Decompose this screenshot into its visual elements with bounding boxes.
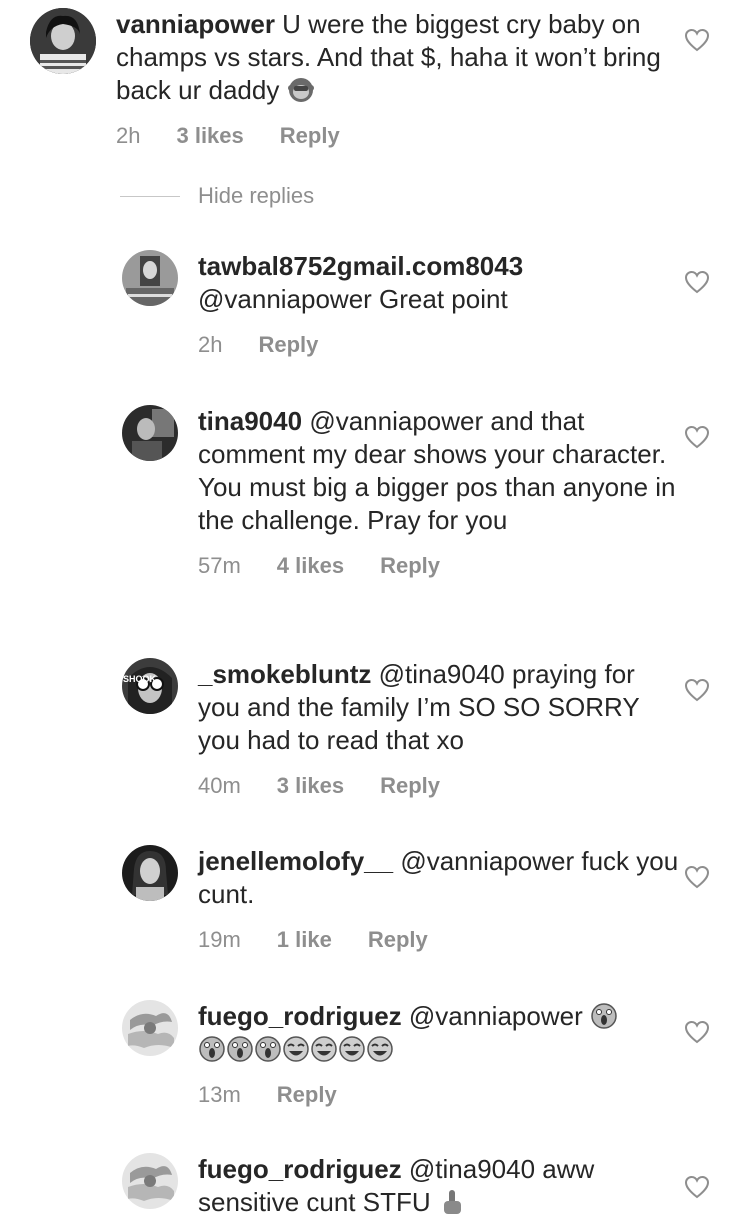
joy-face-icon	[283, 1036, 309, 1062]
joy-face-icon	[339, 1036, 365, 1062]
timestamp: 13m	[198, 1082, 241, 1107]
comment-message: @vanniapower Great point	[198, 284, 508, 314]
reply-button[interactable]: Reply	[280, 123, 340, 149]
heart-icon[interactable]	[684, 425, 710, 449]
reply-tina9040: tina9040 @vanniapower and that comment m…	[122, 405, 682, 579]
monkey-face-icon	[287, 78, 314, 102]
heart-icon[interactable]	[684, 270, 710, 294]
comment-body: vanniapower U were the biggest cry baby …	[116, 8, 710, 149]
comment-body: _smokebluntz @tina9040 praying for you a…	[198, 658, 682, 799]
comment-text: tina9040 @vanniapower and that comment m…	[198, 405, 682, 537]
screaming-face-icon	[591, 1003, 617, 1029]
avatar[interactable]	[122, 845, 178, 901]
comment-body: tina9040 @vanniapower and that comment m…	[198, 405, 682, 579]
timestamp: 19m	[198, 927, 241, 952]
screaming-face-icon	[255, 1036, 281, 1062]
timestamp: 57m	[198, 553, 241, 578]
avatar[interactable]: SHOOK	[122, 658, 178, 714]
username[interactable]: fuego_rodriguez	[198, 1001, 402, 1031]
reply-smokebluntz: SHOOK _smokebluntz @tina9040 praying for…	[122, 658, 682, 799]
username[interactable]: vanniapower	[116, 9, 275, 39]
username[interactable]: fuego_rodriguez	[198, 1154, 402, 1184]
joy-face-icon	[367, 1036, 393, 1062]
joy-face-icon	[311, 1036, 337, 1062]
divider-line	[120, 195, 180, 197]
avatar[interactable]	[122, 1000, 178, 1056]
likes-count[interactable]: 3 likes	[277, 773, 344, 799]
comment-meta: 2h Reply	[198, 332, 682, 358]
comment-message: @vanniapower	[408, 1001, 583, 1031]
comment-meta: 57m 4 likes Reply	[198, 553, 682, 579]
screaming-face-icon	[227, 1036, 253, 1062]
middle-finger-icon	[443, 1190, 461, 1214]
username[interactable]: _smokebluntz	[198, 659, 371, 689]
reply-button[interactable]: Reply	[368, 927, 428, 953]
reply-jenellemolofy: jenellemolofy__ @vanniapower fuck you cu…	[122, 845, 682, 953]
likes-count[interactable]: 1 like	[277, 927, 332, 953]
comment-meta: 2h 3 likes Reply	[116, 123, 710, 149]
comment-text: tawbal8752gmail.com8043 @vanniapower Gre…	[198, 250, 682, 316]
heart-icon[interactable]	[684, 865, 710, 889]
reply-fuego-2: fuego_rodriguez @tina9040 aww sensitive …	[122, 1153, 682, 1219]
avatar[interactable]	[122, 1153, 178, 1209]
username[interactable]: tina9040	[198, 406, 302, 436]
comment-body: fuego_rodriguez @vanniapower 13m Reply	[198, 1000, 682, 1108]
avatar[interactable]	[122, 250, 178, 306]
reply-fuego-1: fuego_rodriguez @vanniapower 13m Reply	[122, 1000, 682, 1108]
comment-text: fuego_rodriguez @vanniapower	[198, 1000, 682, 1066]
comment-text: jenellemolofy__ @vanniapower fuck you cu…	[198, 845, 682, 911]
hide-replies-toggle[interactable]: Hide replies	[120, 183, 314, 209]
avatar[interactable]	[30, 8, 96, 74]
comment-body: jenellemolofy__ @vanniapower fuck you cu…	[198, 845, 682, 953]
avatar-caption: SHOOK	[123, 674, 157, 684]
comment-vanniapower: vanniapower U were the biggest cry baby …	[30, 8, 710, 149]
heart-icon[interactable]	[684, 28, 710, 52]
username[interactable]: jenellemolofy__	[198, 846, 393, 876]
likes-count[interactable]: 3 likes	[176, 123, 243, 149]
timestamp: 2h	[116, 123, 141, 148]
comment-body: fuego_rodriguez @tina9040 aww sensitive …	[198, 1153, 682, 1219]
reply-button[interactable]: Reply	[277, 1082, 337, 1108]
username[interactable]: tawbal8752gmail.com8043	[198, 251, 523, 281]
heart-icon[interactable]	[684, 1175, 710, 1199]
reply-tawbal: tawbal8752gmail.com8043 @vanniapower Gre…	[122, 250, 682, 358]
comment-text: vanniapower U were the biggest cry baby …	[116, 8, 710, 107]
heart-icon[interactable]	[684, 1020, 710, 1044]
avatar[interactable]	[122, 405, 178, 461]
heart-icon[interactable]	[684, 678, 710, 702]
reply-button[interactable]: Reply	[380, 773, 440, 799]
comment-meta: 40m 3 likes Reply	[198, 773, 682, 799]
hide-replies-label[interactable]: Hide replies	[198, 183, 314, 209]
likes-count[interactable]: 4 likes	[277, 553, 344, 579]
comment-meta: 13m Reply	[198, 1082, 682, 1108]
screaming-face-icon	[199, 1036, 225, 1062]
comments-screen: vanniapower U were the biggest cry baby …	[0, 0, 750, 1221]
timestamp: 2h	[198, 332, 223, 357]
reply-button[interactable]: Reply	[258, 332, 318, 358]
comment-body: tawbal8752gmail.com8043 @vanniapower Gre…	[198, 250, 682, 358]
timestamp: 40m	[198, 773, 241, 798]
comment-meta: 19m 1 like Reply	[198, 927, 682, 953]
reply-button[interactable]: Reply	[380, 553, 440, 579]
comment-text: _smokebluntz @tina9040 praying for you a…	[198, 658, 682, 757]
comment-text: fuego_rodriguez @tina9040 aww sensitive …	[198, 1153, 682, 1219]
